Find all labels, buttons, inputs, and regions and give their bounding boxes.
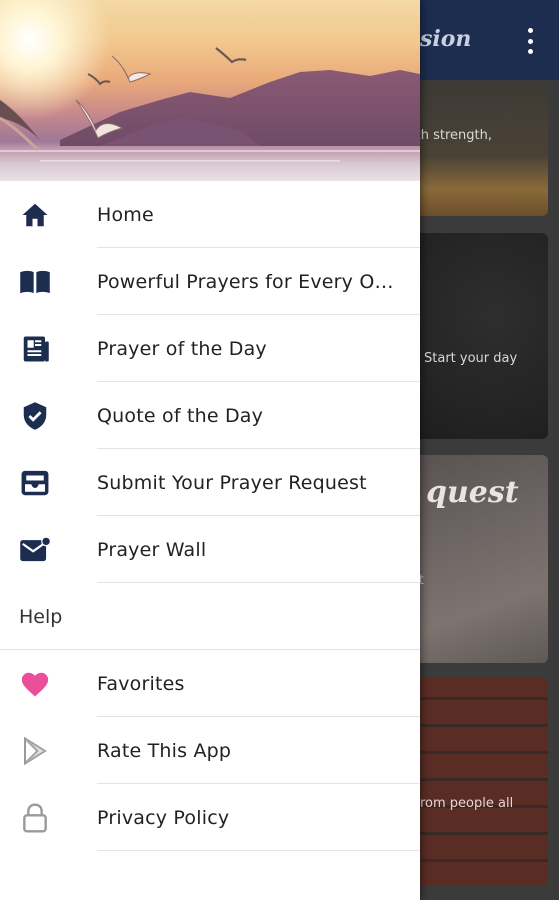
menu-item-privacy-policy[interactable]: Privacy Policy [0, 784, 420, 851]
play-store-icon [19, 735, 51, 767]
menu-item-favorites[interactable]: Favorites [0, 650, 420, 717]
menu-item-quote-of-the-day[interactable]: Quote of the Day [0, 382, 420, 449]
section-header-help: Help [0, 583, 420, 650]
newspaper-icon [19, 333, 51, 365]
menu-item-label: Submit Your Prayer Request [97, 471, 367, 494]
menu-item-rate-this-app[interactable]: Rate This App [0, 717, 420, 784]
menu-item-label: Quote of the Day [97, 404, 264, 427]
card-title: quest [426, 475, 519, 510]
menu-item-prayer-of-the-day[interactable]: Prayer of the Day [0, 315, 420, 382]
content-card[interactable]: Start your day [412, 233, 548, 439]
card-caption: Start your day [424, 351, 518, 366]
content-card[interactable]: rom people all [412, 678, 548, 886]
inbox-icon [19, 467, 51, 499]
drawer-menu: Home Powerful Prayers for Every Oc... Pr… [0, 181, 420, 851]
navigation-drawer: Home Powerful Prayers for Every Oc... Pr… [0, 0, 420, 900]
book-icon [19, 266, 51, 298]
card-caption: rom people all [420, 796, 514, 811]
mail-notification-icon [19, 534, 51, 566]
home-icon [19, 199, 51, 231]
menu-item-label: Rate This App [97, 739, 232, 762]
card-caption: ith strength, [412, 128, 492, 143]
menu-item-label: Privacy Policy [97, 806, 230, 829]
section-header-label: Help [19, 605, 63, 628]
menu-item-label: Prayer Wall [97, 538, 207, 561]
menu-item-prayer-wall[interactable]: Prayer Wall [0, 516, 420, 583]
lock-icon [19, 802, 51, 834]
sunset-sea-birds-illustration [0, 0, 420, 181]
menu-item-powerful-prayers[interactable]: Powerful Prayers for Every Oc... [0, 248, 420, 315]
app-title: sion [420, 26, 472, 52]
shield-check-icon [19, 400, 51, 432]
menu-item-submit-prayer-request[interactable]: Submit Your Prayer Request [0, 449, 420, 516]
menu-item-label: Home [97, 203, 154, 226]
content-card[interactable]: ith strength, [412, 82, 548, 216]
heart-icon [19, 668, 51, 700]
overflow-menu-icon[interactable] [520, 24, 540, 58]
menu-item-home[interactable]: Home [0, 181, 420, 248]
drawer-header-image [0, 0, 420, 181]
content-card[interactable]: quest st [412, 455, 548, 663]
menu-item-label: Prayer of the Day [97, 337, 267, 360]
menu-item-label: Powerful Prayers for Every Oc... [97, 270, 402, 293]
menu-item-label: Favorites [97, 672, 185, 695]
